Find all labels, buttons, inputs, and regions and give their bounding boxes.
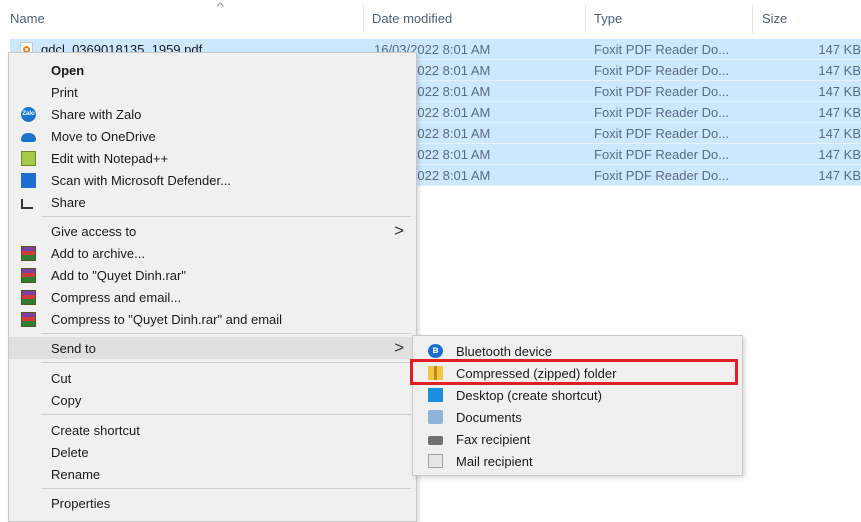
size-cell: 147 KB	[818, 84, 861, 99]
submenu-item-documents[interactable]: Documents	[413, 406, 742, 428]
column-header-date[interactable]: Date modified	[372, 11, 452, 26]
desktop-icon	[428, 388, 443, 402]
column-divider[interactable]	[752, 4, 753, 34]
menu-item-create-shortcut[interactable]: Create shortcut	[9, 419, 416, 441]
share-icon	[21, 199, 33, 209]
chevron-right-icon: >	[394, 338, 404, 357]
documents-folder-icon	[428, 410, 443, 424]
menu-item-label: Add to archive...	[51, 246, 145, 261]
winrar-icon	[21, 290, 36, 305]
type-cell: Foxit PDF Reader Do...	[594, 84, 730, 99]
menu-item-compress-email[interactable]: Compress and email...	[9, 286, 416, 308]
type-cell: Foxit PDF Reader Do...	[594, 105, 730, 120]
menu-item-give-access[interactable]: Give access to >	[9, 220, 416, 242]
menu-item-label: Move to OneDrive	[51, 129, 156, 144]
menu-separator	[41, 414, 411, 415]
menu-item-scan-defender[interactable]: Scan with Microsoft Defender...	[9, 169, 416, 191]
mail-envelope-icon	[428, 454, 443, 468]
menu-item-edit-notepad[interactable]: Edit with Notepad++	[9, 147, 416, 169]
menu-item-cut[interactable]: Cut	[9, 367, 416, 389]
fax-icon	[428, 436, 443, 445]
winrar-icon	[21, 246, 36, 261]
winrar-icon	[21, 312, 36, 327]
menu-item-label: Edit with Notepad++	[51, 151, 169, 166]
size-cell: 147 KB	[818, 126, 861, 141]
menu-item-copy[interactable]: Copy	[9, 389, 416, 411]
menu-separator	[41, 216, 411, 217]
submenu-item-label: Bluetooth device	[456, 344, 553, 359]
bluetooth-icon: ʙ	[428, 344, 443, 358]
menu-item-rename[interactable]: Rename	[9, 463, 416, 485]
send-to-submenu: ʙ Bluetooth device Compressed (zipped) f…	[412, 335, 743, 476]
menu-item-print[interactable]: Print	[9, 81, 416, 103]
menu-item-label: Share with Zalo	[51, 107, 142, 122]
submenu-item-desktop[interactable]: Desktop (create shortcut)	[413, 384, 742, 406]
submenu-item-fax[interactable]: Fax recipient	[413, 428, 742, 450]
menu-item-label: Create shortcut	[51, 423, 140, 438]
submenu-item-mail[interactable]: Mail recipient	[413, 450, 742, 472]
column-header-size[interactable]: Size	[762, 11, 787, 26]
submenu-item-label: Mail recipient	[456, 454, 533, 469]
menu-item-label: Print	[51, 85, 78, 100]
type-cell: Foxit PDF Reader Do...	[594, 147, 730, 162]
size-cell: 147 KB	[818, 105, 861, 120]
menu-item-add-rar[interactable]: Add to "Quyet Dinh.rar"	[9, 264, 416, 286]
menu-item-move-onedrive[interactable]: Move to OneDrive	[9, 125, 416, 147]
winrar-icon	[21, 268, 36, 283]
column-divider[interactable]	[585, 4, 586, 34]
menu-separator	[41, 488, 411, 489]
menu-item-label: Compress to "Quyet Dinh.rar" and email	[51, 312, 283, 327]
menu-item-label: Open	[51, 63, 85, 78]
column-header-type[interactable]: Type	[594, 11, 622, 26]
menu-item-label: Compress and email...	[51, 290, 182, 305]
onedrive-cloud-icon	[21, 133, 36, 142]
menu-item-share[interactable]: Share	[9, 191, 416, 213]
context-menu: Open Print Zalo Share with Zalo Move to …	[8, 52, 417, 522]
menu-item-send-to[interactable]: Send to >	[9, 337, 416, 359]
menu-item-label: Copy	[51, 393, 82, 408]
chevron-right-icon: >	[394, 221, 404, 240]
menu-item-label: Cut	[51, 371, 72, 386]
zalo-icon: Zalo	[21, 107, 36, 122]
column-divider[interactable]	[363, 4, 364, 34]
defender-shield-icon	[21, 173, 36, 188]
menu-item-label: Delete	[51, 445, 89, 460]
size-cell: 147 KB	[818, 42, 861, 57]
menu-item-properties[interactable]: Properties	[9, 492, 416, 514]
menu-item-label: Scan with Microsoft Defender...	[51, 173, 231, 188]
menu-separator	[41, 333, 411, 334]
type-cell: Foxit PDF Reader Do...	[594, 168, 730, 183]
menu-item-label: Give access to	[51, 224, 137, 239]
highlight-box	[410, 359, 738, 385]
menu-item-share-zalo[interactable]: Zalo Share with Zalo	[9, 103, 416, 125]
menu-item-label: Send to	[51, 341, 96, 356]
sort-ascending-icon: ^	[216, 2, 225, 13]
column-header-name[interactable]: Name	[10, 11, 45, 26]
menu-item-delete[interactable]: Delete	[9, 441, 416, 463]
size-cell: 147 KB	[818, 147, 861, 162]
type-cell: Foxit PDF Reader Do...	[594, 63, 730, 78]
submenu-item-label: Desktop (create shortcut)	[456, 388, 602, 403]
type-cell: Foxit PDF Reader Do...	[594, 126, 730, 141]
menu-separator	[41, 362, 411, 363]
menu-item-open[interactable]: Open	[9, 59, 416, 81]
submenu-item-label: Fax recipient	[456, 432, 531, 447]
notepad-plus-plus-icon	[21, 151, 36, 166]
menu-item-label: Share	[51, 195, 86, 210]
submenu-item-label: Documents	[456, 410, 522, 425]
type-cell: Foxit PDF Reader Do...	[594, 42, 730, 57]
menu-item-compress-rar-email[interactable]: Compress to "Quyet Dinh.rar" and email	[9, 308, 416, 330]
size-cell: 147 KB	[818, 168, 861, 183]
menu-item-label: Add to "Quyet Dinh.rar"	[51, 268, 186, 283]
menu-item-label: Rename	[51, 467, 101, 482]
menu-item-label: Properties	[51, 496, 111, 511]
menu-item-add-archive[interactable]: Add to archive...	[9, 242, 416, 264]
size-cell: 147 KB	[818, 63, 861, 78]
column-header-row: ^ Name Date modified Type Size	[0, 0, 861, 36]
